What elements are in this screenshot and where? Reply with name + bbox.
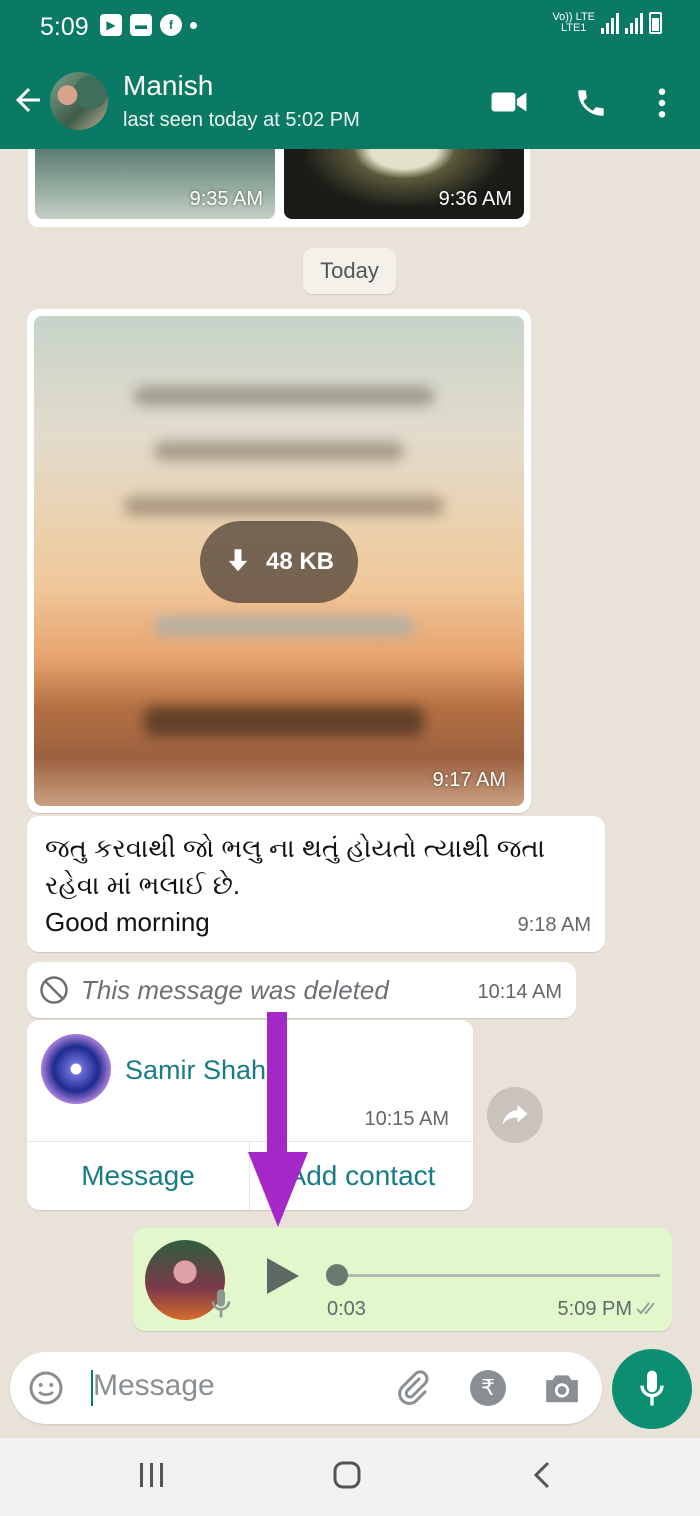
message-icon: ▬ <box>130 14 152 36</box>
voice-message[interactable]: 0:03 5:09 PM <box>133 1228 672 1331</box>
chat-header: Manish last seen today at 5:02 PM <box>0 56 700 149</box>
audio-progress-knob[interactable] <box>326 1264 348 1286</box>
contact-name[interactable]: Manish <box>123 70 213 102</box>
voice-duration: 0:03 <box>327 1298 366 1320</box>
annotation-arrow-icon <box>248 1012 308 1227</box>
message-time: 9:35 AM <box>189 188 263 210</box>
message-line: Good morning <box>45 907 210 937</box>
youtube-icon: ▶ <box>100 14 122 36</box>
deleted-text: This message was deleted <box>81 974 389 1005</box>
facebook-icon: f <box>160 14 182 36</box>
payment-rupee-icon[interactable]: ₹ <box>470 1370 506 1406</box>
message-time: 9:36 AM <box>438 188 512 210</box>
emoji-icon[interactable] <box>28 1370 64 1406</box>
signal-icon <box>601 12 619 34</box>
download-button[interactable]: 48 KB <box>200 521 358 603</box>
attach-icon[interactable] <box>395 1370 431 1406</box>
forward-button[interactable] <box>487 1087 543 1143</box>
last-seen: last seen today at 5:02 PM <box>123 109 360 131</box>
camera-icon[interactable] <box>543 1370 581 1406</box>
status-time: 5:09 <box>40 13 89 41</box>
notification-icons: ▶ ▬ f <box>100 14 197 36</box>
message-time: 5:09 PM <box>557 1298 632 1320</box>
voice-record-button[interactable] <box>612 1349 692 1429</box>
contact-card-name[interactable]: Samir Shah <box>125 1055 266 1086</box>
message-line: રહેવા માં ભલાઈ છે. <box>45 870 241 900</box>
contact-avatar[interactable] <box>50 72 108 130</box>
notification-dot-icon <box>190 22 197 29</box>
contact-card-avatar[interactable] <box>41 1034 111 1104</box>
video-call-icon[interactable] <box>490 86 528 118</box>
blocked-icon <box>40 976 68 1004</box>
back-icon[interactable] <box>530 1460 554 1490</box>
network-label: Vo)) LTE LTE1 <box>552 12 595 34</box>
battery-icon <box>649 12 662 34</box>
forward-icon <box>502 1105 528 1125</box>
network-bottom-label: LTE1 <box>560 22 587 34</box>
image-thumbnail[interactable]: 9:36 AM <box>284 149 524 219</box>
message-time: 9:17 AM <box>432 769 506 791</box>
image-message[interactable]: 48 KB 9:17 AM <box>27 309 531 813</box>
status-right: Vo)) LTE LTE1 <box>552 12 662 34</box>
deleted-message[interactable]: This message was deleted 10:14 AM <box>27 962 576 1018</box>
chat-area[interactable]: 9:35 AM 9:36 AM Today 48 KB 9:17 AM જતુ … <box>0 149 700 1438</box>
message-time: 10:14 AM <box>477 981 562 1003</box>
signal-2-icon <box>625 12 643 34</box>
blurred-image[interactable]: 48 KB 9:17 AM <box>34 316 524 806</box>
download-icon <box>228 549 248 572</box>
microphone-icon <box>640 1370 664 1406</box>
back-arrow-icon[interactable] <box>10 82 46 118</box>
message-input[interactable]: Message <box>93 1369 215 1403</box>
home-icon[interactable] <box>332 1460 362 1490</box>
message-input-bar[interactable]: Message ₹ <box>10 1352 602 1424</box>
mic-icon <box>211 1289 231 1318</box>
navigation-bar <box>0 1438 700 1516</box>
date-chip: Today <box>303 248 396 294</box>
status-bar: 5:09 ▶ ▬ f Vo)) LTE LTE1 <box>0 0 700 56</box>
message-time: 9:18 AM <box>517 914 591 936</box>
play-icon[interactable] <box>261 1256 301 1296</box>
more-options-icon[interactable] <box>655 86 669 120</box>
message-contact-button[interactable]: Message <box>27 1141 249 1210</box>
text-message[interactable]: જતુ કરવાથી જો ભલુ ના થતું હોયતો ત્યાથી જ… <box>27 816 605 952</box>
message-time: 10:15 AM <box>364 1108 449 1130</box>
read-ticks-icon <box>636 1302 655 1315</box>
download-size: 48 KB <box>265 548 335 575</box>
message-line: જતુ કરવાથી જો ભલુ ના થતું હોયતો ત્યાથી જ… <box>45 833 545 863</box>
audio-progress-track[interactable] <box>338 1274 660 1277</box>
voice-call-icon[interactable] <box>574 86 608 120</box>
recent-apps-icon[interactable] <box>138 1460 166 1490</box>
image-thumbnail[interactable]: 9:35 AM <box>35 149 275 219</box>
